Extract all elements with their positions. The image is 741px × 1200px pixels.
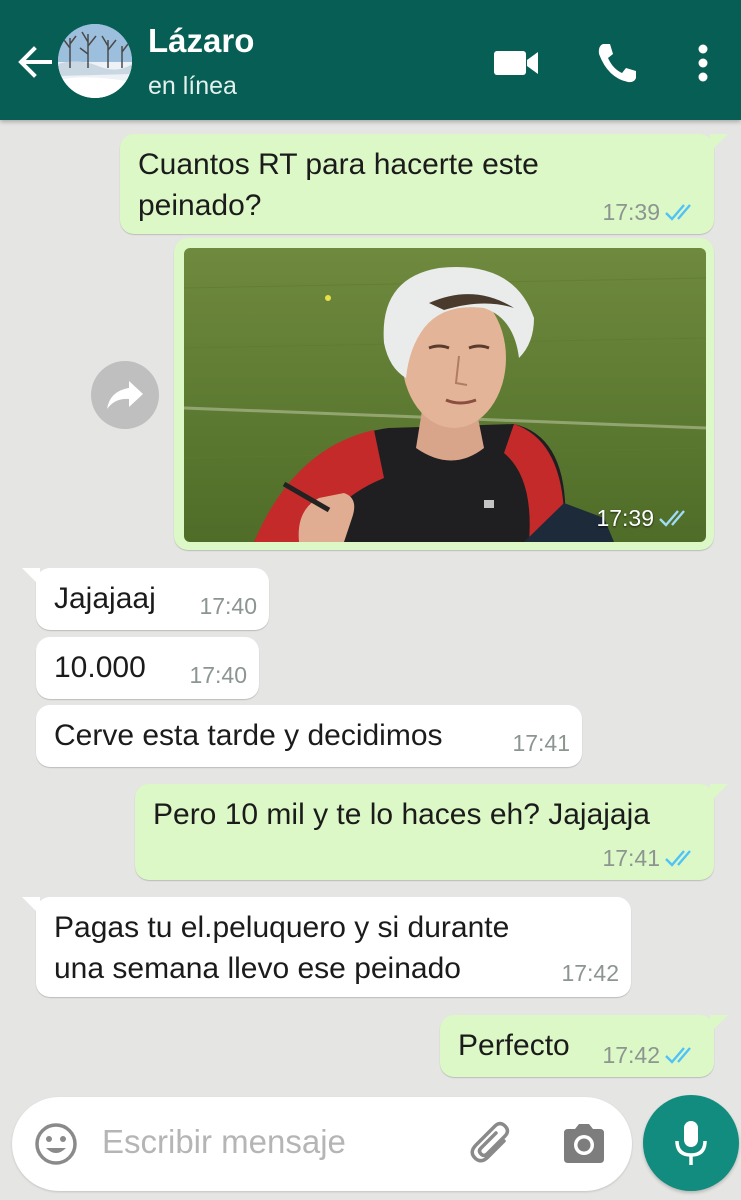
message-meta: 17:42 <box>602 1041 698 1069</box>
message-time: 17:39 <box>602 199 660 225</box>
message-text: Pagas tu el.peluquero y si durante una s… <box>54 911 510 985</box>
double-check-icon <box>659 510 685 527</box>
video-call-icon[interactable] <box>492 40 540 86</box>
chat-header: Lázaro en línea <box>0 0 741 120</box>
arrow-left-icon[interactable] <box>14 42 54 82</box>
message-time: 17:41 <box>602 845 660 871</box>
forward-icon <box>107 381 143 409</box>
message-text: Cuantos RT para hacerte este peinado? <box>138 148 539 222</box>
message-text: Pero 10 mil y te lo haces eh? Jajajaja <box>153 798 650 831</box>
double-check-icon <box>665 204 691 221</box>
avatar-image <box>58 24 132 98</box>
message-outgoing[interactable]: Perfecto 17:42 <box>440 1015 728 1077</box>
paperclip-icon[interactable] <box>468 1119 516 1169</box>
message-time: 17:39 <box>596 505 654 531</box>
message-meta: 17:39 <box>602 198 698 226</box>
image-attachment[interactable]: 17:39 <box>184 248 706 542</box>
message-text: Jajajaaj <box>54 582 156 615</box>
message-time: 17:40 <box>199 593 257 619</box>
forward-button[interactable] <box>91 361 159 429</box>
message-outgoing[interactable]: Pero 10 mil y te lo haces eh? Jajajaja 1… <box>135 784 728 880</box>
message-outgoing[interactable]: Cuantos RT para hacerte este peinado? 17… <box>120 134 728 234</box>
voice-record-button[interactable] <box>643 1095 739 1191</box>
message-incoming[interactable]: 10.000 17:40 <box>36 637 259 699</box>
message-time: 17:40 <box>189 662 247 688</box>
double-check-icon <box>665 850 691 867</box>
contact-name[interactable]: Lázaro <box>148 22 254 60</box>
photo-image <box>184 248 706 542</box>
message-text: Cerve esta tarde y decidimos <box>54 719 443 752</box>
message-input[interactable]: Escribir mensaje <box>102 1123 346 1161</box>
double-check-icon <box>665 1047 691 1064</box>
message-incoming[interactable]: Pagas tu el.peluquero y si durante una s… <box>22 897 631 997</box>
microphone-icon <box>675 1121 707 1165</box>
message-time: 17:42 <box>602 1042 660 1068</box>
contact-status: en línea <box>148 72 237 100</box>
message-text: 10.000 <box>54 651 146 684</box>
message-time: 17:41 <box>512 730 570 756</box>
camera-icon[interactable] <box>560 1121 608 1167</box>
message-incoming[interactable]: Cerve esta tarde y decidimos 17:41 <box>36 705 582 767</box>
message-composer[interactable]: Escribir mensaje <box>12 1097 632 1191</box>
phone-icon[interactable] <box>594 40 638 86</box>
message-meta: 17:41 <box>602 844 698 872</box>
message-incoming[interactable]: Jajajaaj 17:40 <box>22 568 269 630</box>
message-meta: 17:39 <box>596 505 692 532</box>
message-time: 17:42 <box>561 960 619 986</box>
more-vert-icon[interactable] <box>690 40 716 86</box>
contact-avatar[interactable] <box>58 24 132 98</box>
emoji-icon[interactable] <box>32 1120 80 1168</box>
message-text: Perfecto <box>458 1029 570 1062</box>
